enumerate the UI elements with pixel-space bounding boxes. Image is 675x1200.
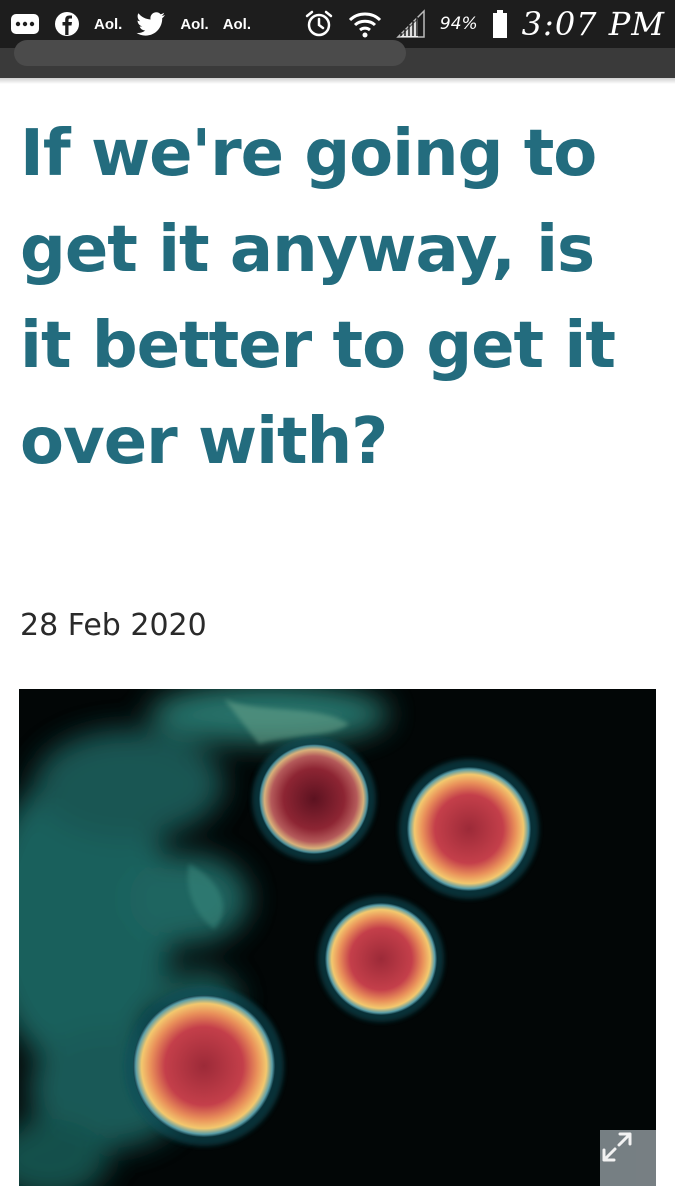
expand-image-button[interactable] xyxy=(600,1130,656,1186)
aol-icon: Aol. xyxy=(94,15,123,33)
browser-toolbar xyxy=(0,40,675,78)
more-icon xyxy=(10,13,40,35)
toolbar-shadow xyxy=(0,78,675,84)
aol-icon: Aol. xyxy=(222,15,252,33)
aol-icon: Aol. xyxy=(180,15,209,33)
notification-icons: Aol. Aol. Aol. xyxy=(10,11,251,37)
virus-micrograph xyxy=(19,689,656,1186)
wifi-icon xyxy=(348,10,382,38)
battery-icon xyxy=(492,9,508,39)
article-image[interactable] xyxy=(19,689,656,1186)
facebook-icon xyxy=(54,11,80,37)
battery-percent: 94% xyxy=(439,14,478,34)
expand-icon xyxy=(602,1132,632,1162)
article-headline: If we're going to get it anyway, is it b… xyxy=(20,117,616,479)
signal-strength-icon xyxy=(396,9,426,39)
article-date: 28 Feb 2020 xyxy=(20,608,207,643)
twitter-icon xyxy=(136,12,166,36)
alarm-clock-icon xyxy=(304,9,334,39)
system-status: 94% 3:07 PM xyxy=(304,5,665,43)
address-bar[interactable] xyxy=(14,40,406,66)
clock: 3:07 PM xyxy=(521,5,665,43)
